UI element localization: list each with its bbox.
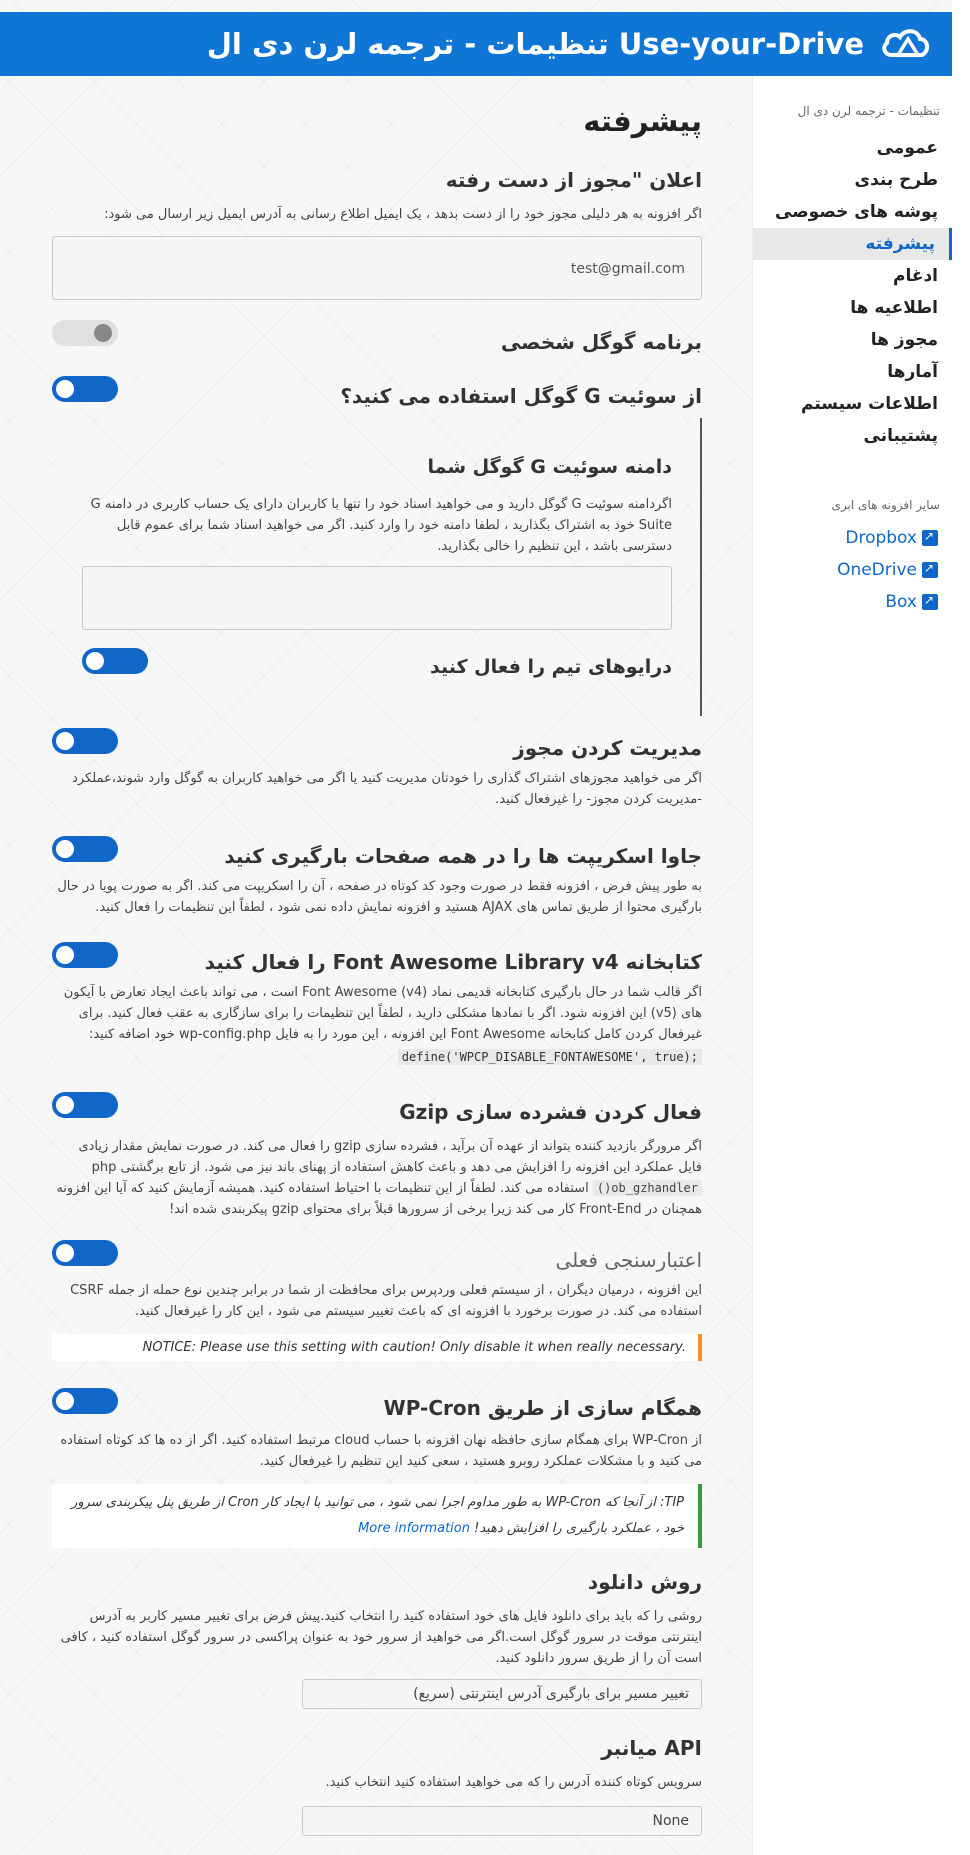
lost-license-title: اعلان "مجوز از دست رفته [445,168,702,192]
sidebar-item-general[interactable]: عمومی [753,132,952,164]
team-drives-toggle[interactable] [82,648,148,674]
api-shortener-select[interactable]: None [302,1806,702,1836]
download-method-title: روش دانلود [587,1570,702,1594]
wp-cron-toggle[interactable] [52,1388,118,1414]
wp-cron-tip: TIP: از آنجا که WP-Cron به طور مداوم اجر… [52,1484,702,1548]
sidebar-item-permissions[interactable]: مجوز ها [753,324,952,356]
download-method-selected: تغییر مسیر برای بارگیری آدرس اینترنتی (س… [413,1686,689,1702]
plugin-link-dropbox[interactable]: Dropbox [753,522,952,554]
header-bar: Use-your-Drive تنظیمات - ترجمه لرن دی ال [0,12,952,76]
external-link-icon [922,561,938,578]
nonce-validation-toggle[interactable] [52,1240,118,1266]
sidebar-nav: عمومی طرح بندی پوشه های خصوصی پیشرفته اد… [753,132,952,452]
gzip-code: ob_gzhandler() [592,1180,702,1196]
load-js-description: به طور پیش فرض ، افزونه فقط در صورت وجود… [57,879,702,915]
gzip-title: فعال کردن فشرده سازی Gzip [399,1100,702,1124]
sidebar-subtitle: تنظیمات - ترجمه لرن دی ال [797,104,940,118]
other-plugins-label: سایر افزونه های ابری [831,498,940,512]
gsuite-domain-input[interactable] [82,566,672,630]
nonce-notice: NOTICE: Please use this setting with cau… [52,1334,702,1361]
font-awesome-code-wrap: define('WPCP_DISABLE_FONTAWESOME', true)… [397,1046,702,1065]
download-method-select[interactable]: تغییر مسیر برای بارگیری آدرس اینترنتی (س… [302,1679,702,1709]
sidebar-item-system-info[interactable]: اطلاعات سیستم [753,388,952,420]
manage-permissions-toggle[interactable] [52,728,118,754]
font-awesome-title: کتابخانه Font Awesome Library v4 را فعال… [204,950,702,974]
personal-google-app-toggle[interactable] [52,320,118,346]
personal-google-app-title: برنامه گوگل شخصی [500,330,702,354]
api-shortener-selected: None [652,1813,689,1829]
email-value: test@gmail.com [570,261,685,277]
plugin-link-label: OneDrive [837,560,917,580]
sidebar-item-support[interactable]: پشتیبانی [753,420,952,452]
main-content: پیشرفته اعلان "مجوز از دست رفته اگر افزو… [52,76,702,1855]
gsuite-domain-description: اگردامنه سوئیت G گوگل دارید و می خواهید … [90,497,672,554]
sidebar-item-notifications[interactable]: اطلاعیه ها [753,292,952,324]
settings-sidebar: تنظیمات - ترجمه لرن دی ال عمومی طرح بندی… [752,76,952,1855]
nonce-validation-title: اعتبارسنجی فعلی [555,1248,702,1272]
lost-license-description: اگر افزونه به هر دلیلی مجوز خود را از دس… [104,207,702,222]
external-link-icon [922,593,938,610]
sidebar-item-private-folders[interactable]: پوشه های خصوصی [753,196,952,228]
download-method-description: روشی را که باید برای دانلود فایل های خود… [60,1609,702,1666]
font-awesome-description: اگر قالب شما در حال بارگیری کتابخانه قدی… [63,985,702,1042]
sidebar-item-advanced[interactable]: پیشرفته [753,228,952,260]
external-link-icon [922,529,938,546]
plugin-link-label: Dropbox [845,528,917,548]
wp-cron-title: همگام سازی از طریق WP-Cron [383,1396,702,1420]
page-title: پیشرفته [583,104,702,138]
manage-permissions-description: اگر می خواهید مجوزهای اشتراک گذاری را خو… [72,771,702,807]
load-js-toggle[interactable] [52,836,118,862]
sidebar-item-layout[interactable]: طرح بندی [753,164,952,196]
cloud-drive-logo-icon [882,29,929,57]
team-drives-title: درایوهای تیم را فعال کنید [430,656,672,678]
wp-cron-description: از WP-Cron برای همگام سازی حافظه نهان اف… [60,1433,702,1469]
plugin-link-label: Box [885,592,917,612]
api-shortener-title: API میانبر [601,1736,702,1760]
gsuite-domain-title: دامنه سوئیت G گوگل شما [427,456,672,478]
gsuite-toggle[interactable] [52,376,118,402]
manage-permissions-title: مدیریت کردن مجوز [513,736,702,760]
gzip-toggle[interactable] [52,1092,118,1118]
gsuite-subsettings: دامنه سوئیت G گوگل شما اگردامنه سوئیت G … [52,418,702,716]
load-js-title: جاوا اسکریپت ها را در همه صفحات بارگیری … [224,844,702,868]
font-awesome-code: define('WPCP_DISABLE_FONTAWESOME', true)… [397,1049,702,1065]
gsuite-title: از سوئیت G گوگل استفاده می کنید؟ [340,384,702,408]
more-information-link[interactable]: More information [358,1521,470,1536]
plugin-link-box[interactable]: Box [753,586,952,618]
gzip-description-part-1: اگر مرورگر بازدید کننده بتواند از عهده آ… [78,1139,702,1175]
api-shortener-description: سرویس کوتاه کننده آدرس را که می خواهید ا… [325,1775,702,1790]
page-header-title: Use-your-Drive تنظیمات - ترجمه لرن دی ال [206,27,864,61]
font-awesome-toggle[interactable] [52,942,118,968]
nonce-validation-description: این افزونه ، درمیان دیگران ، از سیستم فع… [70,1283,702,1319]
lost-license-email-field[interactable]: test@gmail.com [52,236,702,300]
sidebar-item-statistics[interactable]: آمارها [753,356,952,388]
plugin-link-onedrive[interactable]: OneDrive [753,554,952,586]
sidebar-item-integrations[interactable]: ادغام [753,260,952,292]
gzip-description: اگر مرورگر بازدید کننده بتواند از عهده آ… [52,1136,702,1220]
